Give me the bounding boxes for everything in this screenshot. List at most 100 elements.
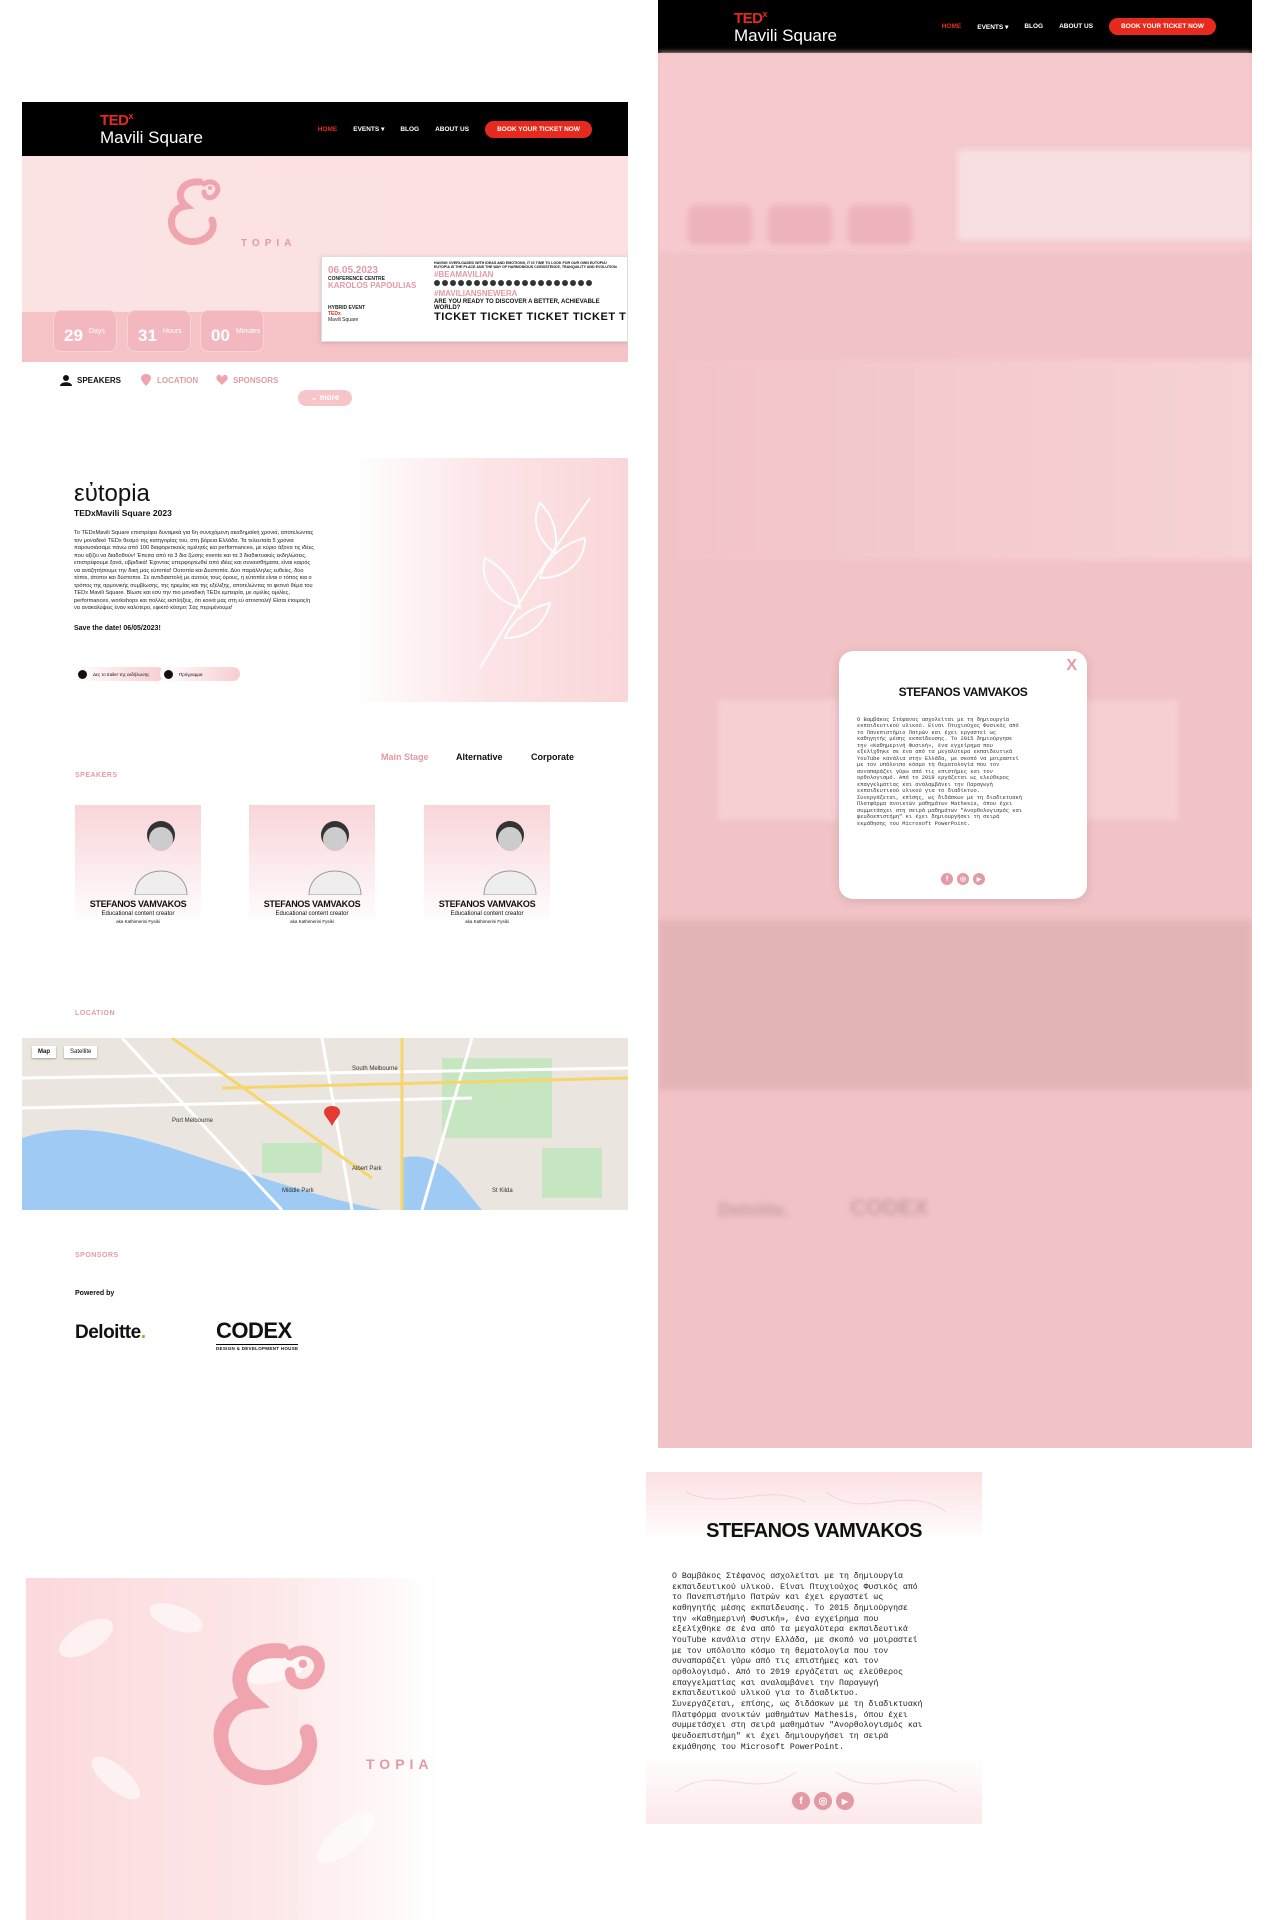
speaker-card[interactable]: STEFANOS VAMVAKOS Educational content cr…: [424, 805, 550, 927]
tab-label: LOCATION: [157, 375, 199, 385]
speaker-role: Educational content creator: [275, 911, 349, 917]
ticket-date: 06.05.2023: [328, 265, 379, 276]
map-graphic: [22, 1038, 628, 1210]
instagram-icon[interactable]: ◎: [957, 873, 969, 885]
tab-corporate[interactable]: Corporate: [531, 752, 574, 762]
tab-location[interactable]: LOCATION: [140, 374, 198, 386]
map-label: South Melbourne: [352, 1066, 398, 1072]
countdown-value: 31: [138, 326, 157, 345]
facebook-icon[interactable]: f: [792, 1792, 810, 1810]
more-button[interactable]: ⌄ more: [298, 390, 352, 406]
modal-social: f ◎ ▶: [941, 873, 985, 885]
intro-subtitle: TEDxMavili Square 2023: [74, 508, 172, 518]
countdown-hours: 31 Hours: [127, 310, 191, 352]
modal-speaker-name: STEFANOS VAMVAKOS: [898, 685, 1028, 699]
heart-icon: [216, 374, 228, 385]
speaker-aka: aka Kathimerini Fysiki: [290, 919, 334, 924]
ticket-left: 06.05.2023 CONFERENCE CENTRE KAROLOS PAP…: [328, 265, 422, 323]
tab-alternative[interactable]: Alternative: [456, 752, 503, 762]
close-icon[interactable]: X: [1066, 657, 1077, 675]
speaker-role: Educational content creator: [450, 911, 524, 917]
sponsor-codex[interactable]: CODEX DESIGN & DEVELOPMENT HOUSE: [216, 1318, 299, 1351]
ticket-repeat: TICKET TICKET TICKET TICKET TICKET: [434, 310, 627, 323]
modal-bio: Ο Βαμβάκος Στέφανος ασχολείται με τη δημ…: [857, 717, 1022, 827]
nav-events-label: EVENTS: [353, 126, 380, 133]
speaker-aka: aka Kathimerini Fysiki: [116, 919, 160, 924]
program-button[interactable]: Πρόγραμμα: [160, 667, 240, 681]
chevron-down-icon: ▾: [381, 126, 385, 133]
countdown-value: 29: [64, 326, 83, 345]
emblem-text: TOPIA: [366, 1756, 434, 1772]
speaker-aka: aka Kathimerini Fysiki: [465, 919, 509, 924]
logo-location: Mavili Square: [100, 128, 203, 147]
event-ticket[interactable]: 06.05.2023 CONFERENCE CENTRE KAROLOS PAP…: [321, 256, 628, 342]
modal-speaker-name: STEFANOS VAMVAKOS: [706, 1520, 922, 1542]
arrow-right-icon: [164, 669, 173, 679]
instagram-icon[interactable]: ◎: [814, 1792, 832, 1810]
map-label: Middle Park: [282, 1188, 314, 1194]
countdown-value: 00: [211, 326, 230, 345]
tab-label: SPEAKERS: [77, 375, 122, 385]
map-label: Port Melbourne: [172, 1118, 214, 1124]
ticket-top-text: HAVING OVERLOADED WITH IDEAS AND EMOTION…: [434, 261, 618, 270]
trailer-label: Δες το trailer της εκδήλωσης: [93, 671, 150, 677]
speaker-modal-expanded: STEFANOS VAMVAKOS Ο Βαμβάκος Στέφανος ασ…: [646, 1472, 982, 1824]
tab-speakers[interactable]: SPEAKERS: [60, 374, 121, 386]
arrow-right-icon: [78, 669, 87, 679]
blurred-codex-logo: CODEX: [850, 1195, 929, 1220]
countdown-unit: Minutes: [235, 328, 261, 335]
modal-bio: Ο Βαμβάκος Στέφανος ασχολείται με τη δημ…: [672, 1572, 923, 1752]
speaker-card[interactable]: STEFANOS VAMVAKOS Educational content cr…: [75, 805, 201, 927]
nav-home[interactable]: HOME: [318, 126, 338, 133]
intro-background: [350, 458, 628, 702]
hero-banner: TOPIA 29 Days 31 Hours 00 Minutes 06.05.202…: [22, 156, 628, 362]
countdown-unit: Hours: [162, 328, 182, 335]
speaker-modal: X STEFANOS VAMVAKOS Ο Βαμβάκος Στέφανος …: [839, 651, 1087, 899]
countdown-days: 29 Days: [53, 310, 117, 352]
eutopia-emblem-icon: [168, 178, 221, 245]
location-pin-icon: [141, 374, 151, 386]
ticket-right: HAVING OVERLOADED WITH IDEAS AND EMOTION…: [434, 261, 627, 323]
map-tab-map[interactable]: Map: [32, 1046, 56, 1058]
ticket-org-loc: Mavili Square: [328, 316, 359, 323]
blurred-sponsor-logo: Deloitte.: [718, 1200, 790, 1220]
youtube-icon[interactable]: ▶: [836, 1792, 854, 1810]
nav-links: HOME EVENTS ▾ BLOG ABOUT US BOOK YOUR TI…: [318, 120, 592, 138]
section-sponsors-label: SPONSORS: [75, 1252, 119, 1259]
ticket-question: ARE YOU READY TO DISCOVER A BETTER, ACHI…: [434, 298, 600, 311]
speaker-card[interactable]: STEFANOS VAMVAKOS Educational content cr…: [249, 805, 375, 927]
overlay-page: TEDx Mavili Square HOME EVENTS ▾ BLOG AB…: [658, 0, 1252, 1448]
codex-tag: DESIGN & DEVELOPMENT HOUSE: [216, 1344, 299, 1351]
speaker-photo: [308, 821, 362, 895]
map-label: Albert Park: [352, 1166, 382, 1172]
tab-main-stage[interactable]: Main Stage: [381, 752, 429, 762]
sponsor-deloitte[interactable]: Deloitte.: [75, 1322, 146, 1344]
countdown-minutes: 00 Minutes: [200, 310, 264, 352]
site-logo[interactable]: TEDx Mavili Square: [100, 111, 203, 147]
modal-social: f ◎ ▶: [792, 1792, 854, 1810]
deloitte-text: Deloitte: [75, 1322, 141, 1343]
map-tab-satellite[interactable]: Satellite: [64, 1046, 98, 1058]
tab-sponsors[interactable]: SPONSORS: [216, 374, 278, 386]
book-ticket-button[interactable]: BOOK YOUR TICKET NOW: [485, 120, 592, 138]
nav-events[interactable]: EVENTS ▾: [353, 125, 384, 133]
tab-label: SPONSORS: [233, 375, 279, 385]
main-navbar: TEDx Mavili Square HOME EVENTS ▾ BLOG AB…: [22, 102, 628, 156]
nav-about[interactable]: ABOUT US: [435, 126, 469, 133]
nav-blog[interactable]: BLOG: [400, 126, 419, 133]
ticket-hashtag: #MAVILIANSNEWERA: [434, 288, 518, 298]
youtube-icon[interactable]: ▶: [973, 873, 985, 885]
save-date: Save the date! 06/05/2023!: [74, 625, 161, 633]
location-map[interactable]: Map Satellite South Melbourne Port Melbo…: [22, 1038, 628, 1210]
hero-closeup: TOPIA: [26, 1578, 438, 1920]
speaker-name: STEFANOS VAMVAKOS: [263, 899, 361, 909]
speaker-photo: [134, 821, 188, 895]
trailer-button[interactable]: Δες το trailer της εκδήλωσης: [74, 667, 164, 681]
program-label: Πρόγραμμα: [179, 671, 203, 677]
ticket-venue: KAROLOS PAPOULIAS: [328, 281, 417, 290]
logo-x: x: [128, 111, 134, 121]
logo-ted: TED: [100, 112, 129, 129]
codex-text: CODEX: [216, 1318, 292, 1343]
facebook-icon[interactable]: f: [941, 873, 953, 885]
speaker-name: STEFANOS VAMVAKOS: [89, 899, 187, 909]
